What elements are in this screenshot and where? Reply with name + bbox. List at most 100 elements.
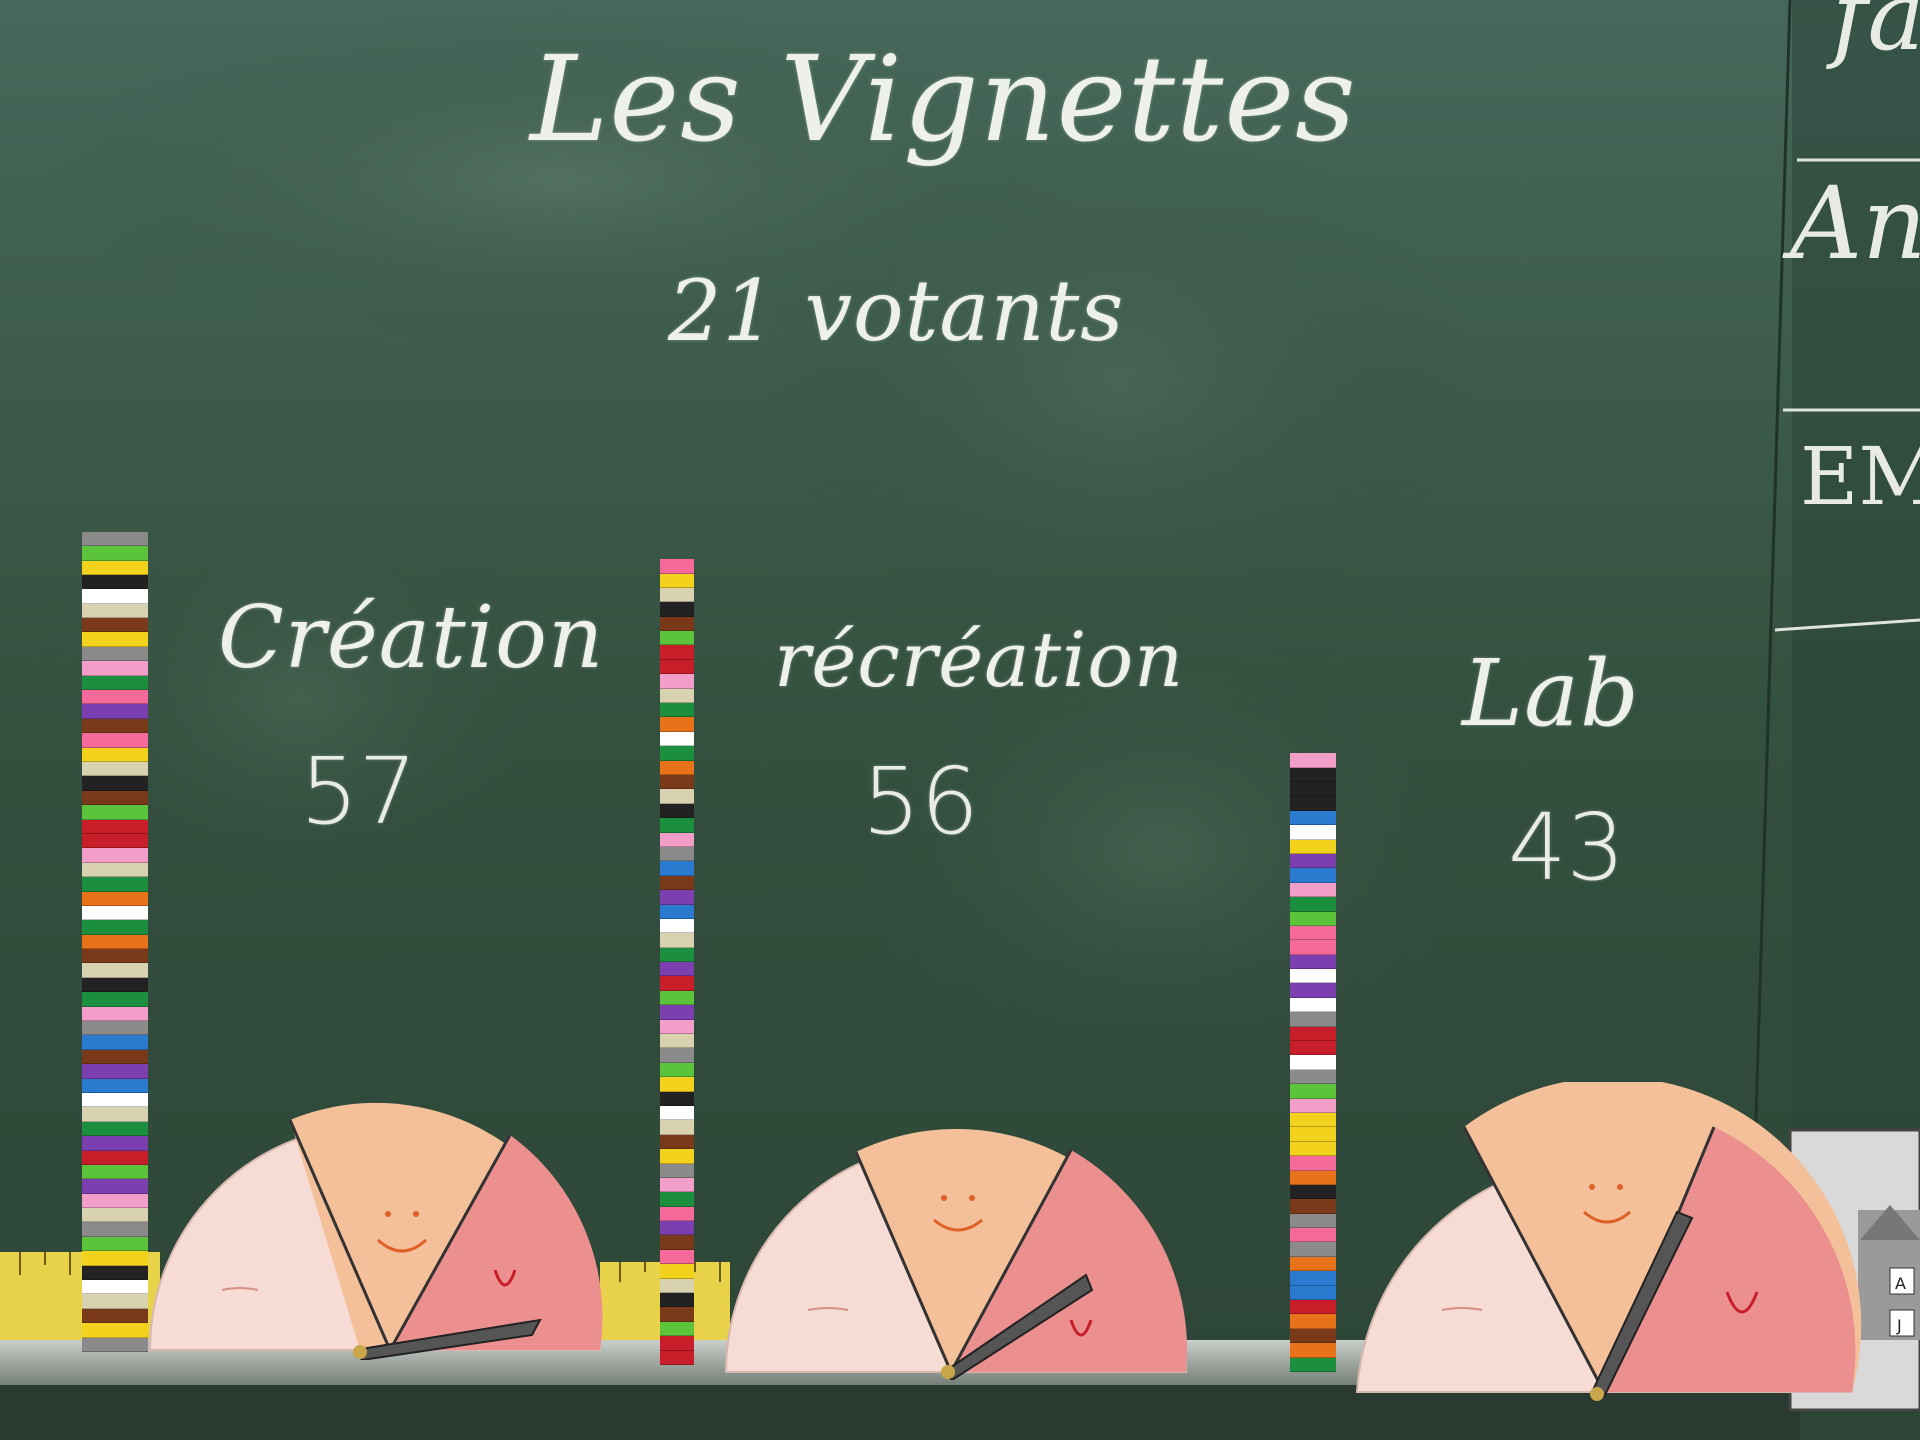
lego-brick	[82, 977, 148, 993]
lego-brick	[82, 963, 148, 978]
lego-brick	[82, 1136, 148, 1151]
lego-brick	[82, 1064, 148, 1079]
lego-brick	[82, 905, 148, 921]
lego-brick	[82, 891, 148, 906]
lego-brick	[660, 1048, 694, 1063]
emotion-dial-creation	[148, 1102, 603, 1360]
lego-brick	[82, 776, 148, 791]
lego-brick	[660, 587, 694, 603]
lego-brick	[82, 718, 148, 734]
lego-brick	[660, 1336, 694, 1351]
lego-brick	[82, 1337, 148, 1352]
lego-brick	[82, 1164, 148, 1180]
lego-brick	[82, 690, 148, 705]
lego-brick	[1290, 969, 1336, 984]
side-note-top: fa	[1832, 0, 1920, 72]
lego-brick	[660, 602, 694, 617]
emotion-dial-lab	[1355, 1082, 1862, 1401]
lego-brick	[82, 877, 148, 892]
lego-brick	[82, 1121, 148, 1137]
lego-brick	[82, 992, 148, 1007]
lego-brick	[82, 790, 148, 806]
lego-brick	[660, 990, 694, 1006]
lego-brick	[660, 1177, 694, 1193]
lego-brick	[1290, 997, 1336, 1013]
lego-brick	[82, 1323, 148, 1338]
lego-brick	[82, 531, 148, 547]
lego-brick	[1290, 1242, 1336, 1257]
lego-brick	[1290, 897, 1336, 912]
lego-brick	[1290, 940, 1336, 955]
lego-brick	[1290, 810, 1336, 826]
lego-brick	[1290, 767, 1336, 782]
lego-brick	[660, 1062, 694, 1078]
lego-brick	[82, 805, 148, 820]
lego-brick	[82, 589, 148, 604]
vote-label-lab: Lab	[1462, 640, 1640, 747]
lego-brick	[660, 688, 694, 704]
lego-brick	[660, 1019, 694, 1035]
lego-brick	[660, 1264, 694, 1279]
lego-brick	[82, 675, 148, 691]
lego-brick	[82, 733, 148, 748]
lego-brick	[82, 1251, 148, 1266]
lego-brick	[1290, 1156, 1336, 1171]
lego-brick	[1290, 1213, 1336, 1229]
lego-brick	[1290, 868, 1336, 883]
lego-brick	[1290, 853, 1336, 869]
lego-brick	[1290, 911, 1336, 926]
lego-tower-creation	[82, 531, 148, 1352]
vote-score-lab: 43	[1508, 794, 1626, 901]
lego-brick	[82, 1092, 148, 1108]
lego-brick	[660, 1120, 694, 1135]
lego-brick	[660, 832, 694, 847]
lego-brick	[1290, 796, 1336, 811]
lego-brick	[660, 559, 694, 574]
lego-brick	[660, 976, 694, 991]
lego-brick	[82, 661, 148, 676]
lego-brick	[1290, 1055, 1336, 1070]
lego-brick	[1290, 1112, 1336, 1128]
lego-brick	[660, 760, 694, 775]
lego-brick	[82, 819, 148, 834]
lego-brick	[82, 1294, 148, 1309]
lego-brick	[82, 934, 148, 950]
lego-brick	[1290, 1084, 1336, 1099]
lego-brick	[660, 1005, 694, 1020]
side-note-middle: An	[1790, 165, 1920, 282]
lego-brick	[660, 1206, 694, 1222]
lego-brick	[660, 1163, 694, 1178]
lego-brick	[82, 574, 148, 590]
lego-brick	[660, 846, 694, 862]
lego-brick	[660, 674, 694, 689]
lego-brick	[1290, 1300, 1336, 1315]
lego-brick	[82, 949, 148, 964]
lego-brick	[660, 875, 694, 891]
lego-brick	[1290, 781, 1336, 797]
lego-brick	[82, 1308, 148, 1324]
lego-brick	[660, 904, 694, 919]
lego-brick	[82, 704, 148, 719]
lego-brick	[1290, 882, 1336, 898]
lego-brick	[1290, 1012, 1336, 1027]
lego-brick	[82, 1107, 148, 1122]
emotion-dial-recreation	[724, 1128, 1188, 1380]
lego-brick	[660, 933, 694, 948]
lego-brick	[82, 1021, 148, 1036]
lego-brick	[82, 833, 148, 849]
lego-brick	[660, 1307, 694, 1322]
lego-brick	[660, 861, 694, 876]
lego-brick	[82, 761, 148, 777]
lego-brick	[1290, 1256, 1336, 1272]
lego-brick	[82, 632, 148, 647]
lego-brick	[660, 890, 694, 905]
lego-brick	[82, 1035, 148, 1050]
lego-brick	[82, 603, 148, 619]
lego-brick	[82, 1222, 148, 1237]
lego-brick	[660, 803, 694, 819]
lego-brick	[660, 918, 694, 934]
lego-brick	[660, 947, 694, 963]
lego-brick	[1290, 983, 1336, 998]
classroom-blackboard-photo: A J fa An EM Les Vignettes 21 votants Cr…	[0, 0, 1920, 1440]
lego-brick	[1290, 1098, 1336, 1113]
